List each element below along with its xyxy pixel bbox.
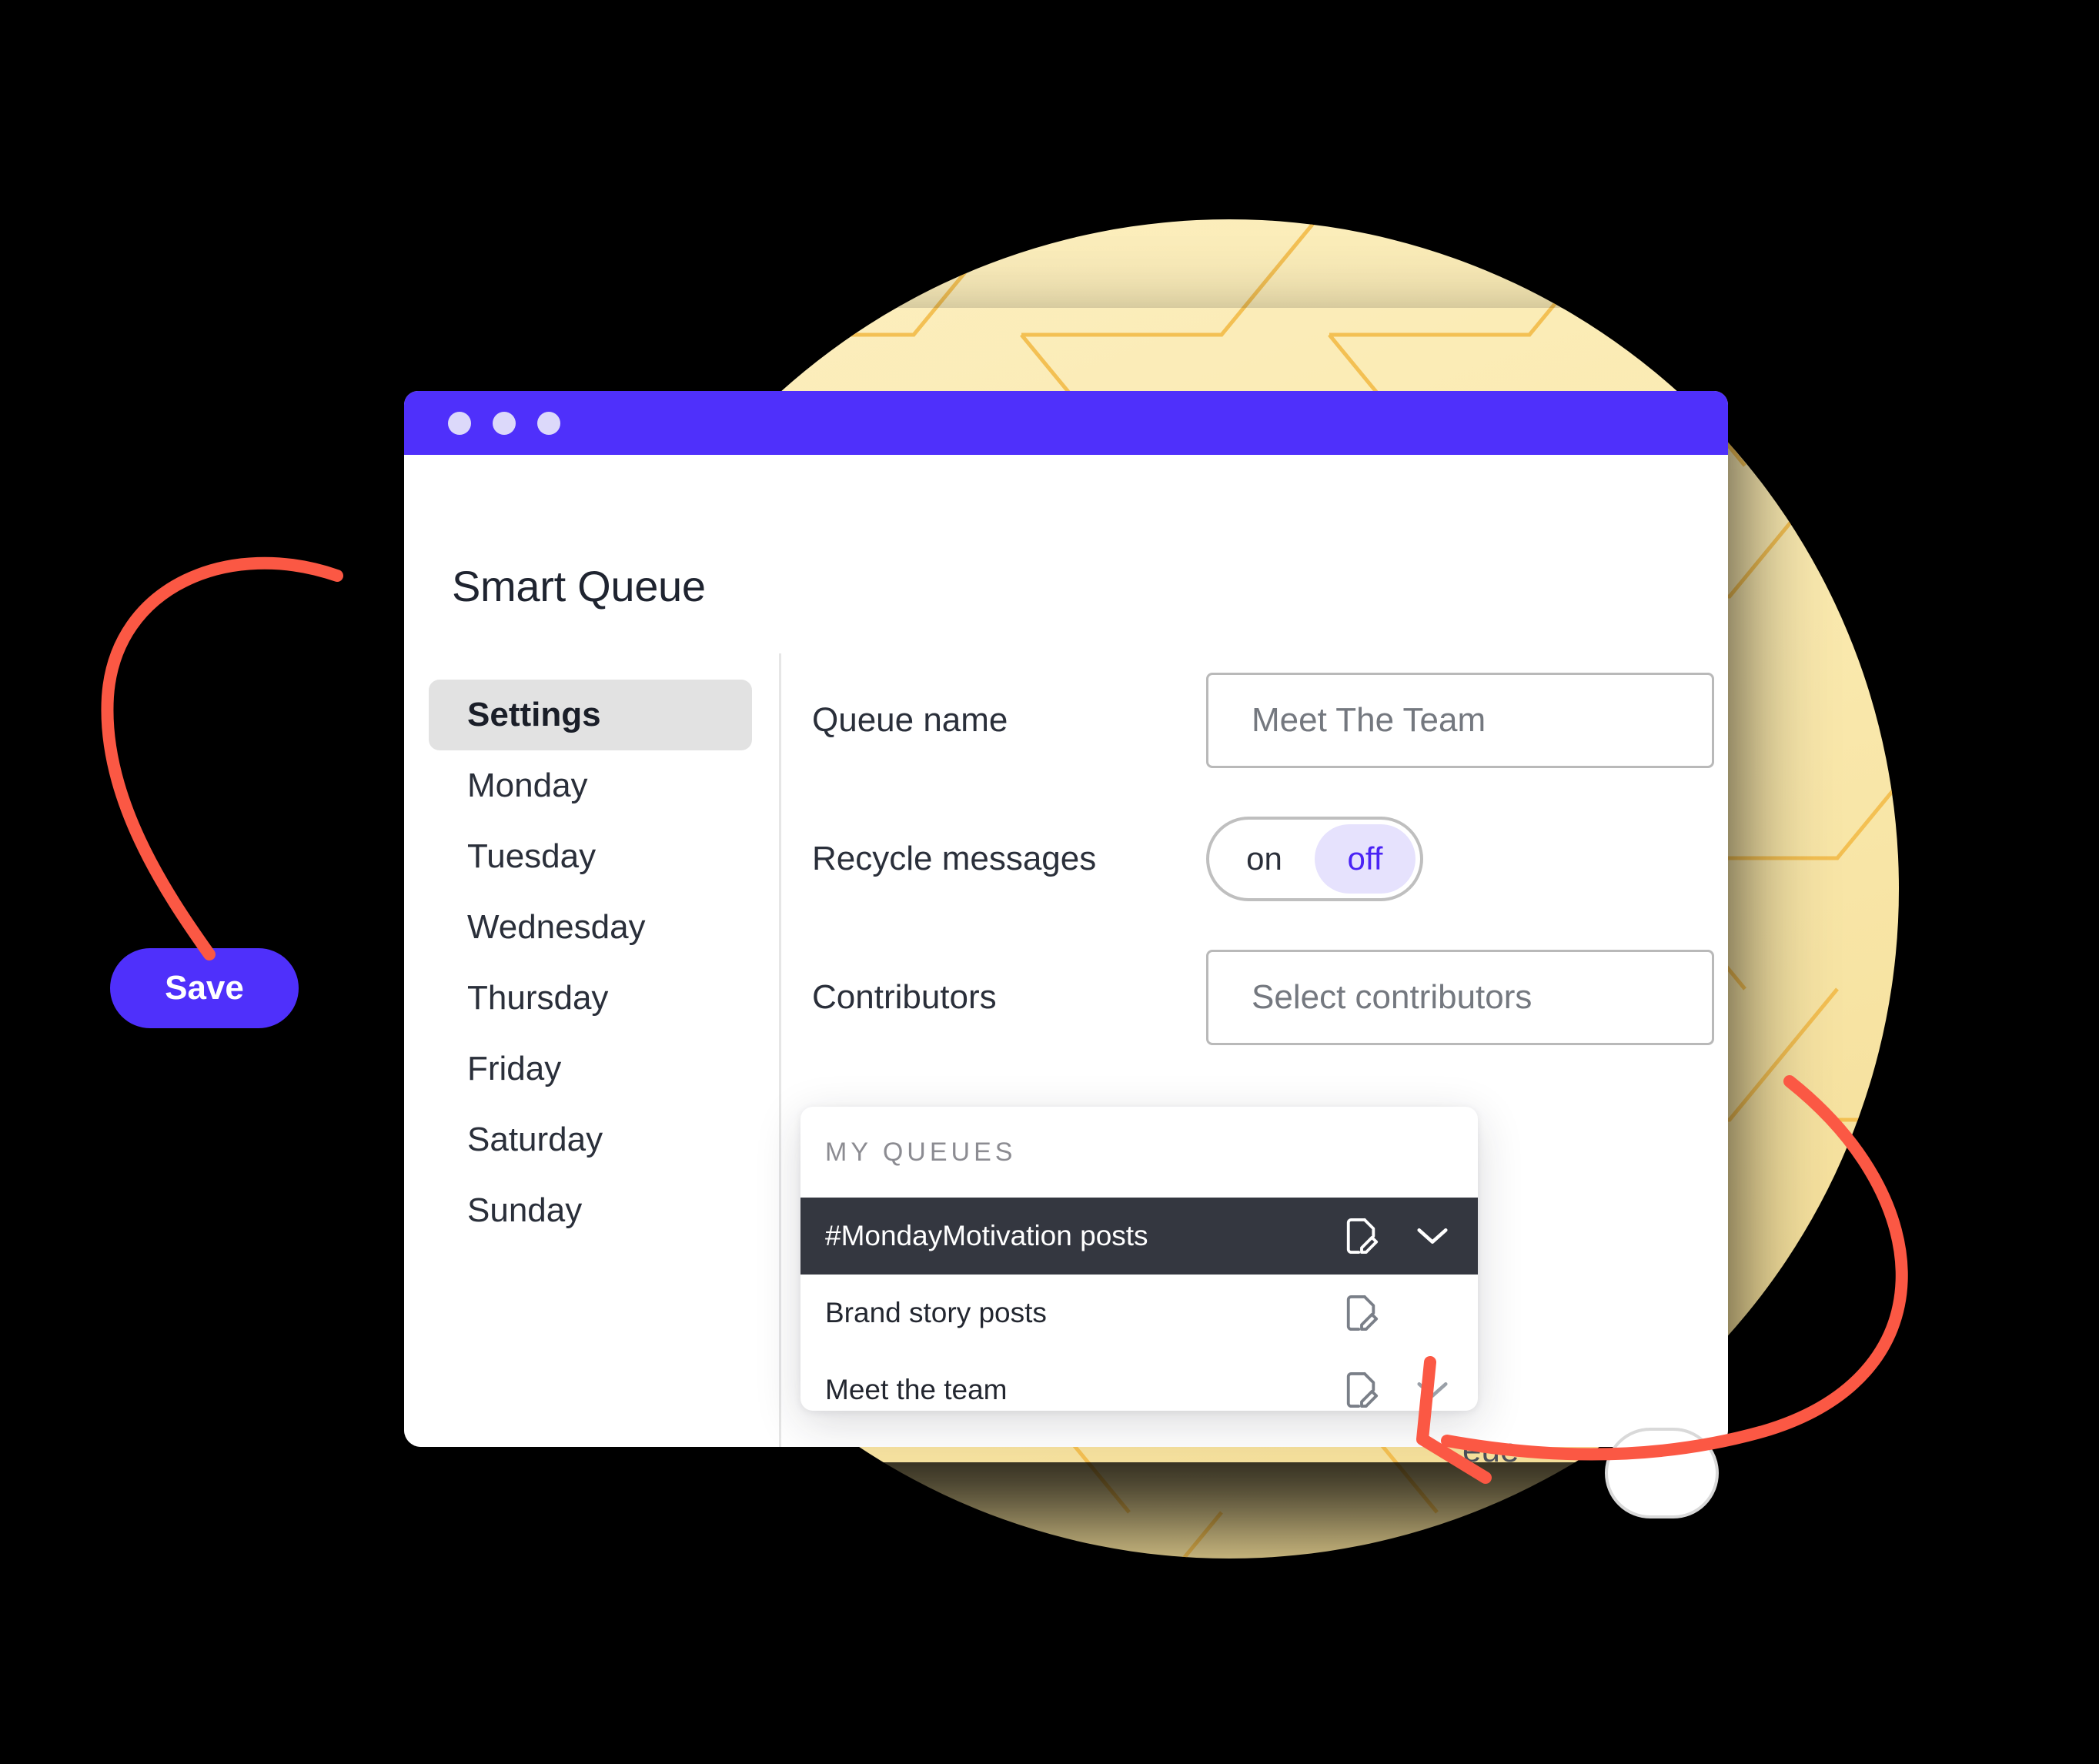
sidebar-item-label: Wednesday bbox=[467, 908, 646, 946]
sidebar-item-wednesday[interactable]: Wednesday bbox=[429, 892, 752, 963]
queue-item-actions bbox=[1344, 1217, 1450, 1255]
queue-item-actions bbox=[1344, 1294, 1450, 1332]
page-title: Smart Queue bbox=[452, 562, 706, 610]
clipped-queue-text: eue bbox=[1462, 1432, 1519, 1469]
contributors-label: Contributors bbox=[812, 978, 997, 1016]
annotation-line-to-save-button bbox=[101, 556, 343, 961]
sidebar-item-thursday[interactable]: Thursday bbox=[429, 963, 752, 1034]
edit-document-icon[interactable] bbox=[1344, 1294, 1379, 1332]
queue-name-value: Meet The Team bbox=[1252, 701, 1486, 739]
form-row-recycle-messages: Recycle messages on off bbox=[812, 790, 1720, 928]
save-button-label: Save bbox=[165, 969, 244, 1007]
sidebar-nav: Settings Monday Tuesday Wednesday Thursd… bbox=[429, 680, 752, 1246]
sidebar-divider bbox=[779, 653, 781, 1447]
sidebar-item-monday[interactable]: Monday bbox=[429, 750, 752, 821]
sidebar-item-label: Friday bbox=[467, 1050, 562, 1087]
queue-name-input[interactable]: Meet The Team bbox=[1206, 673, 1714, 768]
sidebar-item-sunday[interactable]: Sunday bbox=[429, 1175, 752, 1246]
clipped-toggle-control[interactable] bbox=[1605, 1428, 1719, 1518]
my-queues-heading: MY QUEUES bbox=[825, 1137, 1017, 1167]
traffic-light-dot-red-icon[interactable] bbox=[448, 411, 471, 435]
dropdown-row-mondaymotivation-posts[interactable]: #MondayMotivation posts bbox=[800, 1198, 1478, 1275]
save-button[interactable]: Save bbox=[110, 948, 299, 1028]
sidebar-item-settings[interactable]: Settings bbox=[429, 680, 752, 750]
edit-document-icon[interactable] bbox=[1344, 1371, 1379, 1409]
chevron-down-icon[interactable] bbox=[1415, 1225, 1450, 1247]
sidebar-item-label: Tuesday bbox=[467, 837, 597, 875]
chevron-down-icon[interactable] bbox=[1415, 1379, 1450, 1401]
screenshot-stage: Smart Queue Settings Monday Tuesday Wedn… bbox=[0, 0, 2099, 1764]
sidebar-item-tuesday[interactable]: Tuesday bbox=[429, 821, 752, 892]
settings-form: Queue name Meet The Team Recycle message… bbox=[812, 651, 1720, 1067]
sidebar-item-label: Monday bbox=[467, 767, 588, 804]
dropdown-row-meet-the-team[interactable]: Meet the team bbox=[800, 1351, 1478, 1411]
sidebar-item-saturday[interactable]: Saturday bbox=[429, 1104, 752, 1175]
sidebar-item-label: Saturday bbox=[467, 1121, 603, 1158]
queue-item-label: Meet the team bbox=[825, 1374, 1008, 1405]
sidebar-item-label: Settings bbox=[467, 696, 601, 733]
queue-item-label: #MondayMotivation posts bbox=[825, 1220, 1148, 1251]
queue-item-actions bbox=[1344, 1371, 1450, 1409]
toggle-option-on[interactable]: on bbox=[1214, 824, 1315, 894]
dropdown-row-brand-story-posts[interactable]: Brand story posts bbox=[800, 1275, 1478, 1351]
traffic-light-dot-yellow-icon[interactable] bbox=[493, 411, 516, 435]
toggle-option-off[interactable]: off bbox=[1315, 824, 1415, 894]
form-row-queue-name: Queue name Meet The Team bbox=[812, 651, 1720, 790]
sidebar-item-friday[interactable]: Friday bbox=[429, 1034, 752, 1104]
queue-name-label: Queue name bbox=[812, 701, 1008, 739]
recycle-messages-toggle[interactable]: on off bbox=[1206, 817, 1423, 901]
edit-document-icon[interactable] bbox=[1344, 1217, 1379, 1255]
window-titlebar bbox=[404, 391, 1728, 455]
sidebar-item-label: Sunday bbox=[467, 1191, 583, 1229]
my-queues-dropdown: MY QUEUES #MondayMotivation posts Brand … bbox=[800, 1107, 1478, 1411]
recycle-messages-label: Recycle messages bbox=[812, 840, 1097, 877]
contributors-input[interactable]: Select contributors bbox=[1206, 950, 1714, 1045]
contributors-value: Select contributors bbox=[1252, 978, 1532, 1016]
queue-item-label: Brand story posts bbox=[825, 1297, 1047, 1328]
form-row-contributors: Contributors Select contributors bbox=[812, 928, 1720, 1067]
traffic-light-dot-green-icon[interactable] bbox=[537, 411, 560, 435]
sidebar-item-label: Thursday bbox=[467, 979, 609, 1017]
